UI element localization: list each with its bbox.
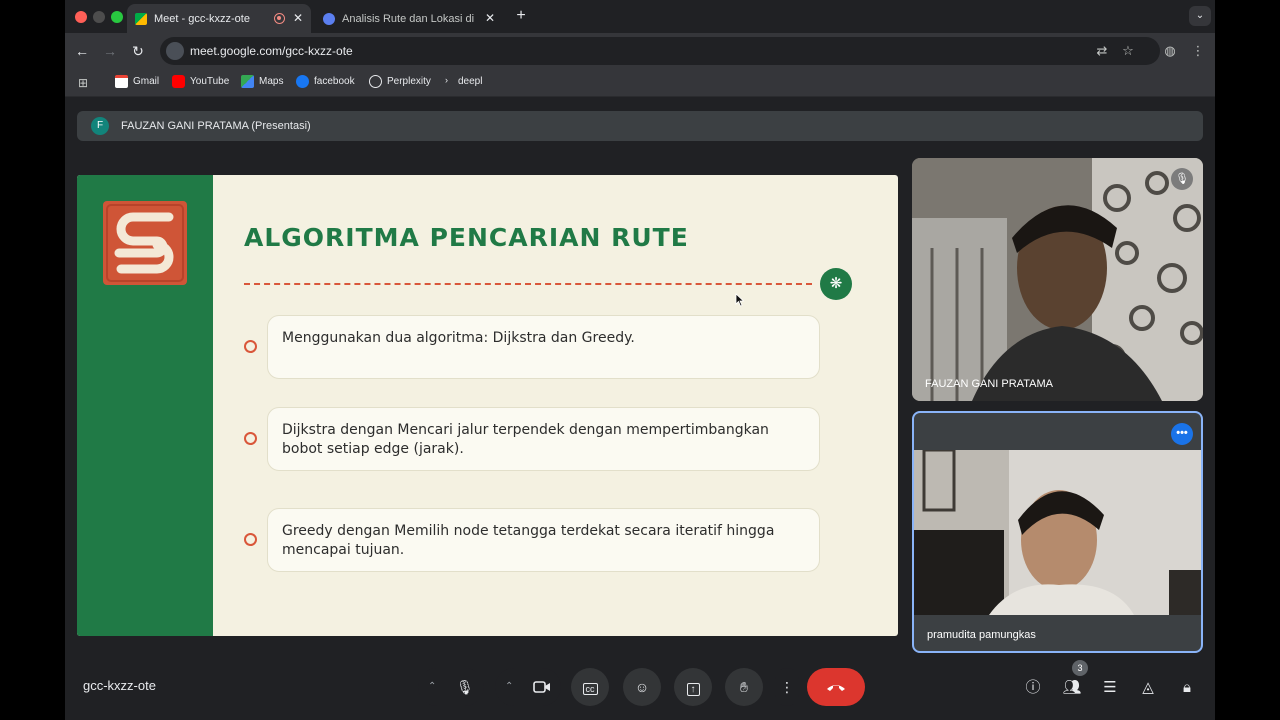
tab-title: Analisis Rute dan Lokasi di Ke: [342, 12, 478, 25]
more-options-icon: ⋮: [780, 679, 794, 695]
browser-window: Meet - gcc-kxzz-ote ✕ Analisis Rute dan …: [65, 0, 1215, 720]
activities-icon[interactable]: ◬: [1136, 676, 1160, 700]
mic-control-group[interactable]: ⌃ 🎙︎: [418, 668, 484, 706]
tab-title: Meet - gcc-kxzz-ote: [154, 12, 250, 25]
deepl-icon: ›: [445, 75, 448, 85]
bookmark-label: Perplexity: [387, 76, 431, 87]
menu-kebab-icon[interactable]: ⋮: [1188, 41, 1208, 61]
chevron-up-icon[interactable]: ⌃: [505, 668, 513, 706]
slide-sidebar: [77, 175, 213, 636]
bookmarks-bar: ⊞ Gmail YouTube Maps facebook Perplexity…: [65, 69, 1215, 97]
emoji-icon: ☺: [634, 679, 650, 695]
minimize-window-button[interactable]: [93, 11, 105, 23]
extension-icon[interactable]: ◍: [1160, 41, 1180, 61]
end-call-icon: [827, 685, 845, 691]
participant-count-badge: 3: [1072, 660, 1088, 676]
browser-toolbar: ← → ↻ meet.google.com/gcc-kxzz-ote ⇄ ☆ ◍…: [65, 33, 1215, 69]
camera-icon[interactable]: [533, 681, 551, 693]
maximize-window-button[interactable]: [111, 11, 123, 23]
reload-icon[interactable]: ↻: [128, 41, 148, 61]
avatar: F: [91, 117, 109, 135]
recording-icon: [274, 13, 285, 24]
youtube-icon: [172, 75, 185, 88]
forward-icon[interactable]: →: [100, 41, 120, 61]
presentation-slide: ALGORITMA PENCARIAN RUTE ❋ Menggunakan d…: [77, 175, 898, 636]
more-options-button[interactable]: ⋮: [775, 668, 799, 706]
bookmark-maps[interactable]: Maps: [241, 75, 283, 88]
camera-control-group[interactable]: ⌃: [495, 668, 561, 706]
bookmark-label: deepl: [458, 76, 483, 87]
tab-analisis[interactable]: Analisis Rute dan Lokasi di Ke ✕: [315, 4, 503, 33]
logo: [103, 201, 187, 285]
close-tab-icon[interactable]: ✕: [483, 11, 497, 25]
bullet-card: Dijkstra dengan Mencari jalur terpendek …: [267, 407, 820, 471]
facebook-icon: [296, 75, 309, 88]
more-options-icon[interactable]: •••: [1171, 423, 1193, 445]
end-call-button[interactable]: [807, 668, 865, 706]
bookmark-label: facebook: [314, 76, 355, 87]
people-icon[interactable]: 👥︎: [1060, 676, 1084, 700]
bullet-icon: [244, 340, 257, 353]
site-info-icon[interactable]: [166, 42, 184, 60]
bookmark-label: YouTube: [190, 76, 230, 87]
translate-icon[interactable]: ⇄: [1092, 41, 1112, 61]
close-tab-icon[interactable]: ✕: [291, 11, 305, 25]
raise-hand-icon: ✋︎: [740, 679, 748, 695]
presenter-label: FAUZAN GANI PRATAMA (Presentasi): [121, 120, 311, 132]
present-button[interactable]: ↑: [674, 668, 712, 706]
site-favicon-icon: [323, 12, 335, 25]
chat-icon[interactable]: ☰: [1098, 676, 1122, 700]
google-meet-icon: [135, 12, 147, 25]
participant-video: [914, 450, 1201, 615]
participant-name: FAUZAN GANI PRATAMA: [925, 378, 1053, 390]
bookmark-youtube[interactable]: YouTube: [172, 75, 229, 88]
chevron-up-icon[interactable]: ⌃: [428, 668, 436, 706]
participant-name: pramudita pamungkas: [927, 629, 1036, 641]
microphone-icon[interactable]: 🎙︎: [456, 668, 474, 706]
logo-mark-icon: [106, 204, 184, 282]
bookmark-gmail[interactable]: Gmail: [115, 75, 159, 88]
info-icon[interactable]: ⓘ: [1021, 676, 1045, 700]
close-window-button[interactable]: [75, 11, 87, 23]
participant-video: [912, 158, 1203, 401]
reactions-button[interactable]: ☺: [623, 668, 661, 706]
participant-tile[interactable]: 🎙︎ FAUZAN GANI PRATAMA: [912, 158, 1203, 401]
present-icon: ↑: [686, 683, 700, 696]
perplexity-icon: [369, 75, 382, 88]
apps-grid-icon[interactable]: ⊞: [78, 76, 88, 90]
bullet-card: Greedy dengan Memilih node tetangga terd…: [267, 508, 820, 572]
bookmark-label: Gmail: [133, 76, 160, 87]
bullet-card: Menggunakan dua algoritma: Dijkstra dan …: [267, 315, 820, 379]
bookmark-perplexity[interactable]: Perplexity: [369, 75, 431, 88]
muted-mic-icon: 🎙︎: [1171, 168, 1193, 190]
bookmark-deepl[interactable]: › deepl: [445, 75, 482, 88]
url-text: meet.google.com/gcc-kxzz-ote: [190, 44, 353, 58]
divider: [244, 283, 812, 285]
maps-icon: [241, 75, 254, 88]
meeting-code: gcc-kxzz-ote: [83, 678, 156, 693]
participant-tile-active[interactable]: ••• pramudita pamungkas: [912, 411, 1203, 653]
new-tab-button[interactable]: +: [511, 6, 531, 26]
bookmark-star-icon[interactable]: ☆: [1118, 41, 1138, 61]
bookmark-facebook[interactable]: facebook: [296, 75, 355, 88]
tab-search-button[interactable]: ⌄: [1189, 6, 1211, 26]
address-bar[interactable]: meet.google.com/gcc-kxzz-ote ⇄ ☆: [160, 37, 1160, 65]
host-controls-icon[interactable]: 🔒︎: [1175, 676, 1199, 700]
captions-button[interactable]: cc: [571, 668, 609, 706]
captions-icon: cc: [582, 683, 598, 695]
raise-hand-button[interactable]: ✋︎: [725, 668, 763, 706]
back-icon[interactable]: ←: [72, 41, 92, 61]
meet-stage: F FAUZAN GANI PRATAMA (Presentasi) ALGOR…: [65, 98, 1215, 720]
tab-meet[interactable]: Meet - gcc-kxzz-ote ✕: [127, 4, 311, 33]
mouse-cursor-icon: [735, 293, 745, 307]
tab-strip: Meet - gcc-kxzz-ote ✕ Analisis Rute dan …: [65, 0, 1215, 33]
sparkle-icon: ❋: [820, 268, 852, 300]
bullet-icon: [244, 432, 257, 445]
presentation-banner: F FAUZAN GANI PRATAMA (Presentasi): [77, 111, 1203, 141]
gmail-icon: [115, 75, 128, 88]
bullet-icon: [244, 533, 257, 546]
slide-title: ALGORITMA PENCARIAN RUTE: [244, 223, 689, 252]
bookmark-label: Maps: [259, 76, 284, 87]
